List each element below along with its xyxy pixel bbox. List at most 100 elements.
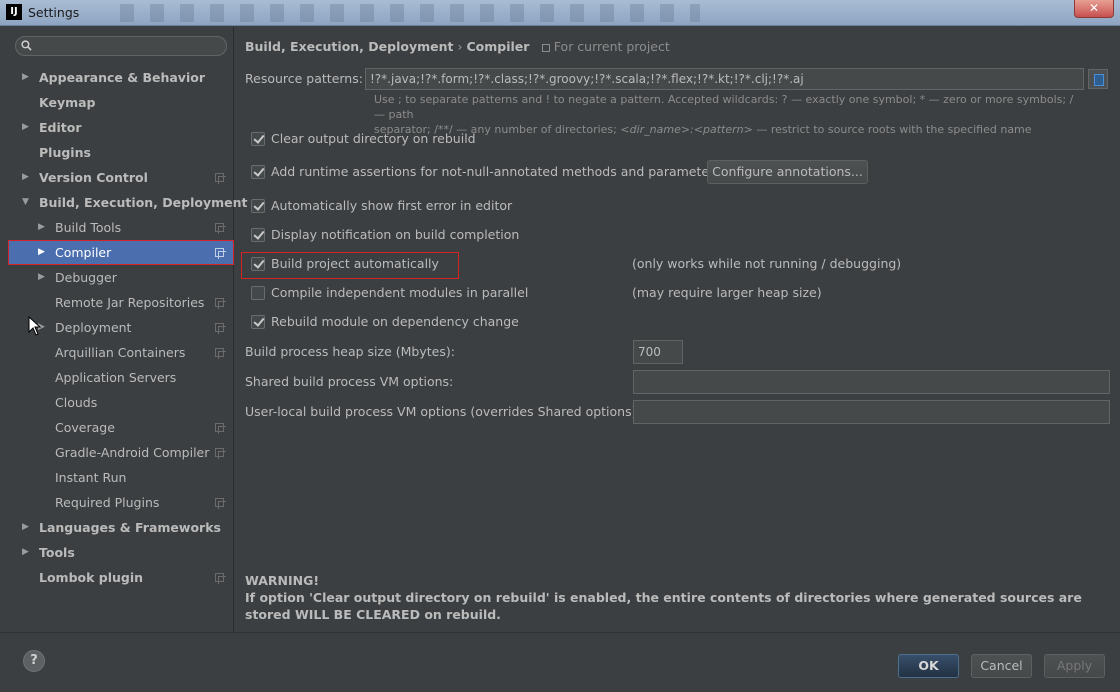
sidebar-item-label: Gradle-Android Compiler xyxy=(55,445,210,460)
local-vm-options-label: User-local build process VM options (ove… xyxy=(245,404,641,419)
sidebar-item-clouds[interactable]: Clouds xyxy=(8,390,234,415)
title-bar: IJ Settings ✕ xyxy=(0,0,1120,26)
sidebar-item-keymap[interactable]: Keymap xyxy=(8,90,234,115)
sidebar-item-label: Clouds xyxy=(55,395,98,410)
sidebar-item-editor[interactable]: ▶ Editor xyxy=(8,115,234,140)
sidebar-item-gradle-android-compiler[interactable]: Gradle-Android Compiler xyxy=(8,440,234,465)
intellij-app-icon: IJ xyxy=(6,4,22,20)
sidebar-item-debugger[interactable]: ▶ Debugger xyxy=(8,265,234,290)
sidebar-item-label: Arquillian Containers xyxy=(55,345,186,360)
rebuild-on-dependency-checkbox[interactable] xyxy=(251,315,265,329)
build-automatically-note: (only works while not running / debuggin… xyxy=(632,256,902,271)
sidebar-item-remote-jar-repositories[interactable]: Remote Jar Repositories xyxy=(8,290,234,315)
sidebar-item-version-control[interactable]: ▶ Version Control xyxy=(8,165,234,190)
breadcrumb-parent: Build, Execution, Deployment xyxy=(245,39,454,54)
sidebar-item-label: Lombok plugin xyxy=(39,570,144,585)
search-icon xyxy=(21,40,32,51)
chevron-right-icon[interactable]: ▶ xyxy=(22,515,32,540)
shared-vm-options-input[interactable] xyxy=(633,370,1110,394)
compile-parallel-label: Compile independent modules in parallel xyxy=(271,285,529,300)
resource-patterns-label: Resource patterns: xyxy=(245,71,363,86)
sidebar-item-label: Languages & Frameworks xyxy=(39,520,221,535)
project-level-icon xyxy=(215,298,226,309)
sidebar-item-label: Editor xyxy=(39,120,82,135)
breadcrumb-current: Compiler xyxy=(466,39,530,54)
hint-line-2: separator; /**/ — any number of director… xyxy=(374,122,1084,137)
resource-patterns-input[interactable]: !?*.java;!?*.form;!?*.class;!?*.groovy;!… xyxy=(365,68,1084,90)
ok-button[interactable]: OK xyxy=(898,654,959,678)
hint-line-2-b: — restrict to source roots with the spec… xyxy=(756,123,1032,136)
configure-annotations-button[interactable]: Configure annotations... xyxy=(707,160,868,184)
sidebar-item-label: Tools xyxy=(39,545,75,560)
sidebar-item-application-servers[interactable]: Application Servers xyxy=(8,365,234,390)
warning-message: WARNING! If option 'Clear output directo… xyxy=(245,572,1105,623)
sidebar-item-arquillian-containers[interactable]: Arquillian Containers xyxy=(8,340,234,365)
sidebar-item-instant-run[interactable]: Instant Run xyxy=(8,465,234,490)
mouse-cursor-icon xyxy=(28,316,42,336)
heap-size-input[interactable]: 700 xyxy=(633,340,683,364)
compile-parallel-checkbox[interactable] xyxy=(251,286,265,300)
settings-search-input[interactable] xyxy=(38,38,223,54)
compiler-settings-panel: Build, Execution, Deployment › Compiler Fo… xyxy=(235,27,1120,632)
sidebar-item-plugins[interactable]: Plugins xyxy=(8,140,234,165)
chevron-right-icon[interactable]: ▶ xyxy=(22,115,32,140)
project-level-icon xyxy=(215,173,226,184)
resource-patterns-hint: Use ; to separate patterns and ! to nega… xyxy=(374,92,1084,137)
rebuild-on-dependency-label: Rebuild module on dependency change xyxy=(271,314,519,329)
clear-output-label: Clear output directory on rebuild xyxy=(271,131,476,146)
close-window-button[interactable]: ✕ xyxy=(1074,0,1114,18)
cancel-button[interactable]: Cancel xyxy=(971,654,1032,678)
sidebar-item-required-plugins[interactable]: Required Plugins xyxy=(8,490,234,515)
chevron-right-icon[interactable]: ▶ xyxy=(38,265,48,290)
window-title: Settings xyxy=(28,5,80,20)
project-level-icon xyxy=(215,223,226,234)
breadcrumb-separator: › xyxy=(457,39,463,54)
expand-field-icon[interactable] xyxy=(1088,69,1108,89)
warning-title: WARNING! xyxy=(245,573,320,588)
sidebar-item-label: Build Tools xyxy=(55,220,122,235)
show-first-error-checkbox[interactable] xyxy=(251,199,265,213)
dialog-footer: ? OK Cancel Apply xyxy=(0,632,1120,692)
display-notification-label: Display notification on build completion xyxy=(271,227,520,242)
compile-parallel-note: (may require larger heap size) xyxy=(632,285,822,300)
project-scope-label: For current project xyxy=(541,39,670,54)
sidebar-item-label: Deployment xyxy=(55,320,132,335)
runtime-assertions-label: Add runtime assertions for not-null-anno… xyxy=(271,164,721,179)
chevron-right-icon[interactable]: ▶ xyxy=(22,540,32,565)
sidebar-item-tools[interactable]: ▶ Tools xyxy=(8,540,234,565)
local-vm-options-input[interactable] xyxy=(633,400,1110,424)
project-level-icon xyxy=(215,423,226,434)
project-scope-text: For current project xyxy=(553,39,670,54)
sidebar-item-languages-frameworks[interactable]: ▶ Languages & Frameworks xyxy=(8,515,234,540)
project-level-icon xyxy=(215,323,226,334)
sidebar-item-label: Plugins xyxy=(39,145,91,160)
sidebar-item-build-tools[interactable]: ▶ Build Tools xyxy=(8,215,234,240)
apply-button[interactable]: Apply xyxy=(1044,654,1105,678)
runtime-assertions-checkbox[interactable] xyxy=(251,165,265,179)
build-automatically-label: Build project automatically xyxy=(271,256,439,271)
sidebar-item-label: Coverage xyxy=(55,420,115,435)
chevron-right-icon[interactable]: ▶ xyxy=(22,65,32,90)
sidebar-item-label: Debugger xyxy=(55,270,117,285)
heap-size-label: Build process heap size (Mbytes): xyxy=(245,344,455,359)
sidebar-item-build-execution-deployment[interactable]: ▼ Build, Execution, Deployment xyxy=(8,190,247,215)
project-level-icon xyxy=(215,498,226,509)
clear-output-checkbox[interactable] xyxy=(251,132,265,146)
settings-search[interactable] xyxy=(15,36,227,56)
hint-line-2-italic: <dir_name>:<pattern> xyxy=(620,123,753,136)
shared-vm-options-label: Shared build process VM options: xyxy=(245,374,454,389)
sidebar-item-appearance-behavior[interactable]: ▶ Appearance & Behavior xyxy=(8,65,234,90)
sidebar-item-compiler[interactable]: ▶ Compiler xyxy=(8,240,234,265)
chevron-down-icon[interactable]: ▼ xyxy=(22,190,32,215)
display-notification-checkbox[interactable] xyxy=(251,228,265,242)
project-level-icon xyxy=(215,573,226,584)
chevron-right-icon[interactable]: ▶ xyxy=(38,215,48,240)
sidebar-item-coverage[interactable]: Coverage xyxy=(8,415,234,440)
sidebar-item-label: Appearance & Behavior xyxy=(39,70,205,85)
chevron-right-icon[interactable]: ▶ xyxy=(22,165,32,190)
project-level-icon xyxy=(215,248,226,259)
help-button[interactable]: ? xyxy=(23,650,45,672)
sidebar-item-lombok-plugin[interactable]: Lombok plugin xyxy=(8,565,234,590)
build-automatically-checkbox[interactable] xyxy=(251,257,265,271)
chevron-right-icon[interactable]: ▶ xyxy=(38,240,48,265)
